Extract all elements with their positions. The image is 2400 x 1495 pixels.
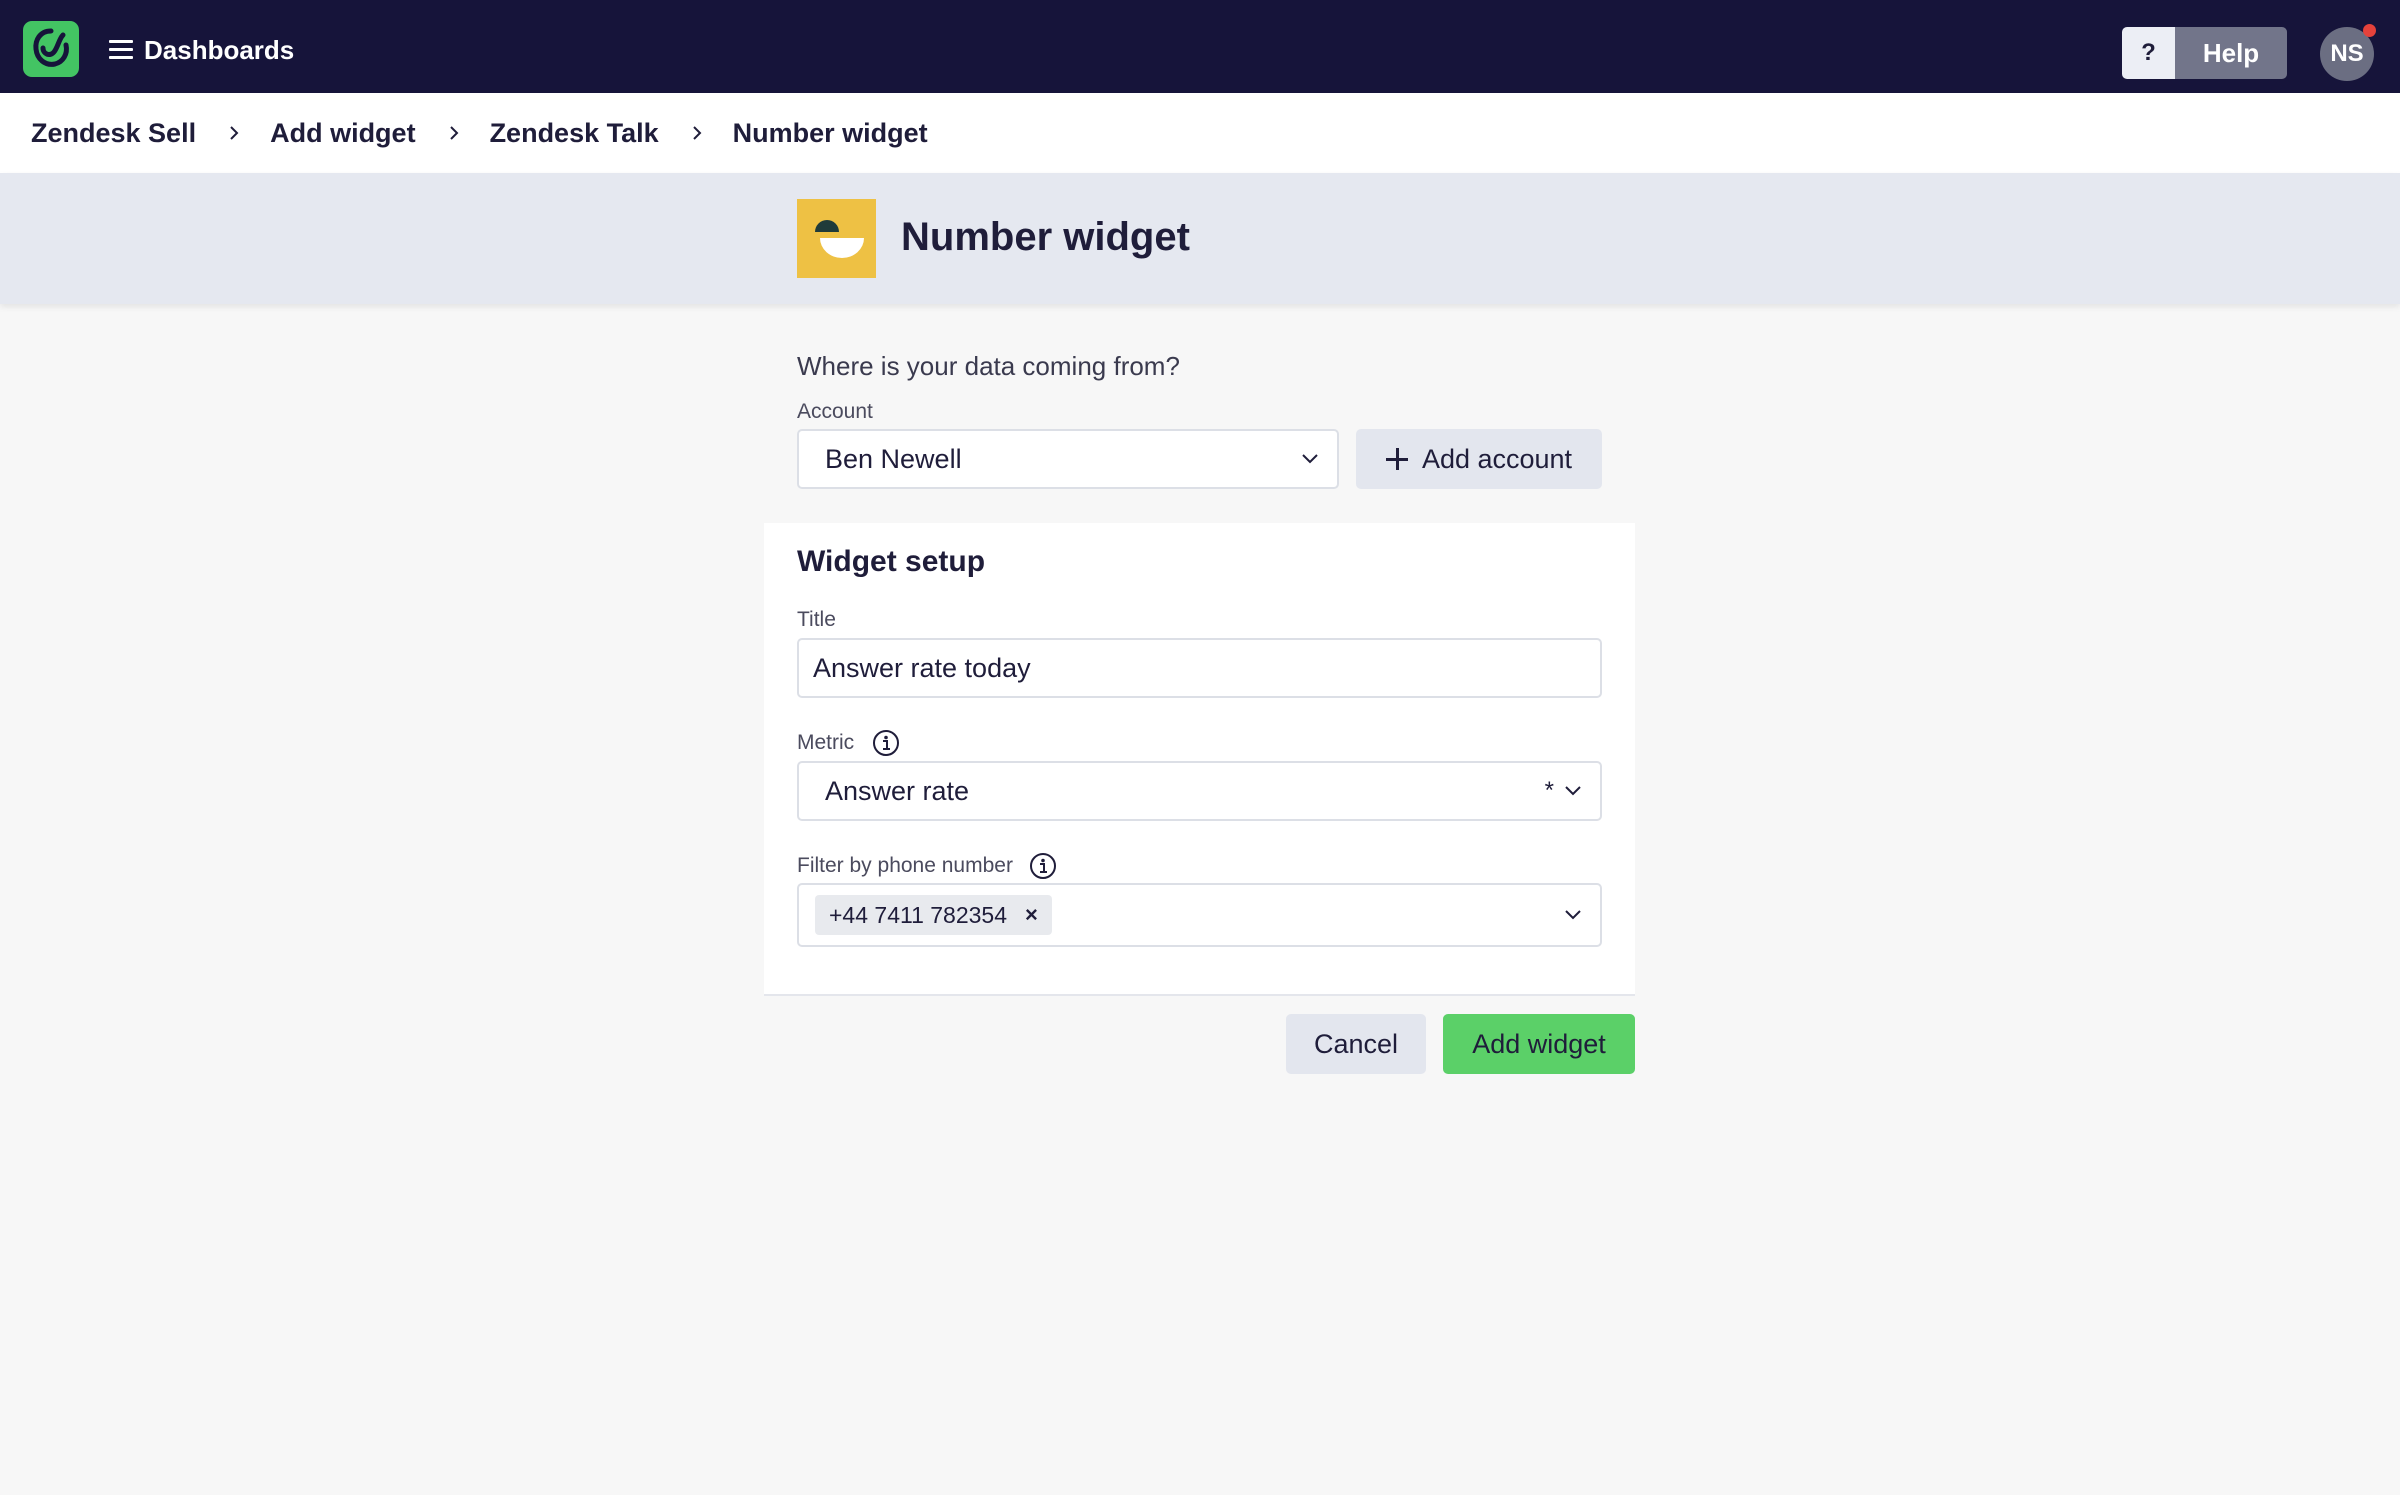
phone-filter-multiselect[interactable]: +44 7411 782354 × — [797, 883, 1602, 947]
zendesk-sell-logo-icon[interactable] — [23, 21, 79, 77]
metric-select-value: Answer rate — [825, 775, 970, 806]
account-label: Account — [797, 400, 873, 423]
page-header: Number widget — [0, 173, 2400, 304]
filter-info-icon[interactable] — [1029, 852, 1057, 880]
phone-number-chip-label: +44 7411 782354 — [829, 901, 1008, 928]
widget-setup-card: Widget setup Title Answer rate today Met… — [764, 523, 1635, 996]
required-indicator: * — [1544, 777, 1554, 804]
metric-info-icon[interactable] — [872, 729, 900, 757]
chevron-down-icon — [1301, 452, 1319, 466]
metric-label: Metric — [797, 731, 855, 754]
help-button[interactable]: ? Help — [2122, 27, 2287, 79]
help-question-icon: ? — [2122, 27, 2175, 79]
data-source-question: Where is your data coming from? — [797, 351, 1180, 381]
add-widget-button[interactable]: Add widget — [1443, 1014, 1635, 1074]
breadcrumb-current: Number widget — [732, 118, 928, 148]
title-input[interactable]: Answer rate today — [797, 638, 1602, 698]
breadcrumb-item-add-widget[interactable]: Add widget — [270, 116, 415, 150]
add-account-button[interactable]: Add account — [1356, 429, 1602, 489]
metric-select[interactable]: Answer rate * — [797, 761, 1602, 821]
account-select-value: Ben Newell — [825, 443, 962, 474]
breadcrumb: Zendesk Sell Add widget Zendesk Talk Num… — [0, 93, 2400, 173]
filter-phone-label: Filter by phone number — [797, 854, 1013, 877]
chevron-right-icon — [447, 126, 461, 140]
title-input-value: Answer rate today — [813, 652, 1031, 683]
hamburger-menu-icon[interactable] — [109, 40, 135, 60]
add-account-label: Add account — [1421, 443, 1573, 474]
top-navigation-bar: Dashboards ? Help NS — [0, 0, 2400, 93]
title-label: Title — [797, 608, 836, 631]
breadcrumb-item-zendesk-talk[interactable]: Zendesk Talk — [490, 116, 659, 150]
cancel-button[interactable]: Cancel — [1286, 1014, 1426, 1074]
notification-dot-icon — [2363, 24, 2376, 37]
dashboards-menu-link[interactable]: Dashboards — [144, 34, 294, 66]
breadcrumb-item-zendesk-sell[interactable]: Zendesk Sell — [31, 116, 196, 150]
chevron-down-icon — [1564, 784, 1582, 798]
widget-setup-title: Widget setup — [797, 545, 986, 578]
account-select[interactable]: Ben Newell — [797, 429, 1339, 489]
chevron-right-icon — [227, 126, 241, 140]
phone-number-chip: +44 7411 782354 × — [815, 895, 1052, 935]
plus-icon — [1385, 448, 1408, 470]
chevron-down-icon — [1564, 908, 1582, 922]
remove-chip-icon[interactable]: × — [1025, 902, 1038, 928]
page-title: Number widget — [901, 215, 1190, 259]
chevron-right-icon — [690, 126, 704, 140]
help-label: Help — [2175, 27, 2287, 79]
number-widget-icon — [797, 199, 876, 278]
